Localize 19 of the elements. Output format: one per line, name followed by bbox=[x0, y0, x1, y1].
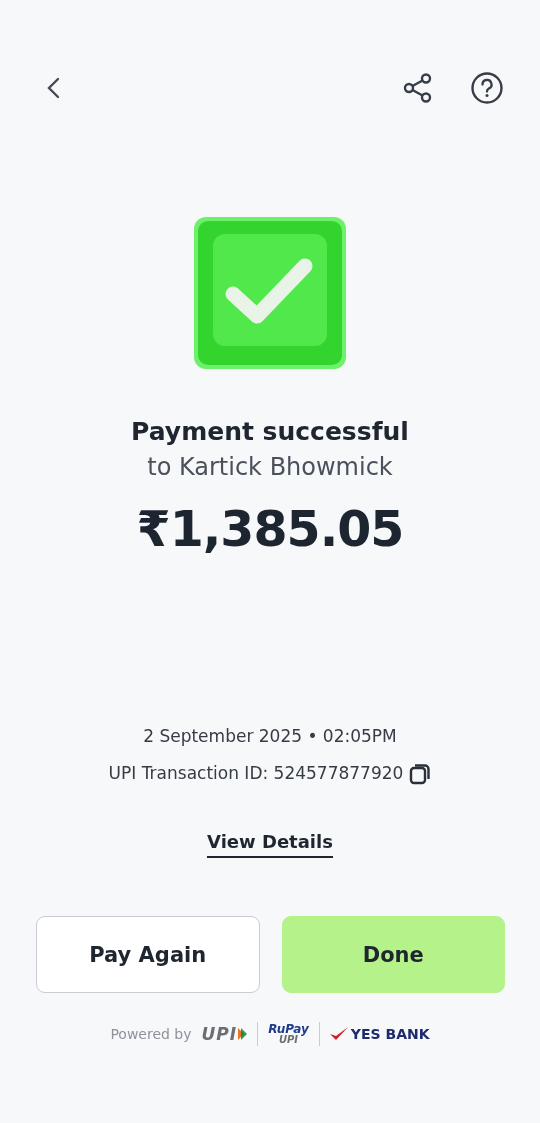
powered-by-label: Powered by bbox=[110, 1026, 192, 1042]
upi-logo: UPI bbox=[201, 1024, 248, 1044]
view-details-link[interactable]: View Details bbox=[207, 830, 333, 858]
transaction-datetime: 2 September 2025 • 02:05PM bbox=[143, 725, 397, 748]
rupay-upi-logo: RuPay UPI bbox=[268, 1023, 309, 1045]
copy-icon bbox=[409, 762, 432, 785]
pay-again-button[interactable]: Pay Again bbox=[36, 916, 260, 993]
recipient-name: to Kartick Bhowmick bbox=[147, 452, 393, 483]
bank-logo: YES BANK bbox=[329, 1026, 430, 1042]
help-icon bbox=[470, 71, 504, 105]
copy-button[interactable] bbox=[409, 762, 432, 785]
success-check-icon bbox=[193, 216, 347, 370]
payment-status-title: Payment successful bbox=[131, 416, 409, 448]
done-button[interactable]: Done bbox=[281, 916, 505, 993]
payment-amount: ₹1,385.05 bbox=[136, 500, 404, 560]
help-button[interactable] bbox=[470, 71, 504, 105]
transaction-id: UPI Transaction ID: 524577877920 bbox=[108, 762, 404, 785]
share-button[interactable] bbox=[402, 72, 434, 104]
share-icon bbox=[402, 72, 434, 104]
